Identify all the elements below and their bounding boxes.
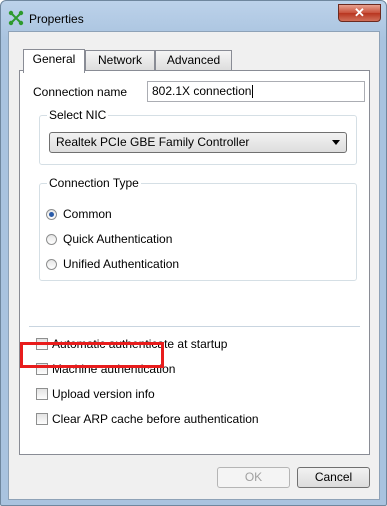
window-title: Properties — [29, 12, 84, 26]
radio-unified-authentication-label: Unified Authentication — [63, 257, 180, 271]
nic-dropdown[interactable]: Realtek PCIe GBE Family Controller — [49, 132, 347, 153]
tab-advanced[interactable]: Advanced — [155, 50, 232, 71]
connection-name-input[interactable]: 802.1X connection — [147, 81, 365, 102]
highlight-box — [20, 342, 164, 368]
connection-name-label: Connection name — [33, 85, 128, 99]
radio-quick-authentication[interactable] — [46, 234, 57, 245]
tab-general[interactable]: General — [23, 49, 85, 73]
checkbox-upload-version-info-label: Upload version info — [52, 387, 155, 401]
tab-general-label: General — [32, 52, 76, 66]
general-panel: Connection name 802.1X connection Select… — [19, 70, 370, 455]
radio-quick-authentication-label: Quick Authentication — [63, 232, 173, 246]
tab-advanced-label: Advanced — [166, 53, 221, 67]
radio-unified-authentication[interactable] — [46, 259, 57, 270]
separator — [29, 326, 360, 327]
checkbox-upload-version-info[interactable] — [36, 388, 48, 400]
cancel-button-label: Cancel — [314, 470, 353, 484]
connection-type-group: Connection Type Common Quick Authenticat… — [39, 176, 357, 281]
dialog-client-area: General Network Advanced Connection name… — [8, 31, 380, 500]
chevron-down-icon — [332, 140, 340, 145]
tab-network-label: Network — [97, 53, 142, 67]
radio-common[interactable] — [46, 209, 57, 220]
properties-window: Properties ✕ General Network Advanced Co… — [0, 0, 387, 506]
text-caret — [252, 85, 254, 99]
ok-button[interactable]: OK — [217, 467, 290, 488]
close-button[interactable]: ✕ — [338, 4, 381, 22]
tab-network[interactable]: Network — [85, 50, 155, 71]
checkbox-clear-arp-cache[interactable] — [36, 413, 48, 425]
connection-name-value: 802.1X connection — [152, 84, 252, 98]
nic-dropdown-value: Realtek PCIe GBE Family Controller — [56, 135, 250, 149]
select-nic-group: Select NIC Realtek PCIe GBE Family Contr… — [39, 108, 357, 165]
radio-common-label: Common — [63, 207, 112, 221]
select-nic-title: Select NIC — [47, 108, 109, 122]
ok-button-label: OK — [244, 470, 263, 484]
close-icon: ✕ — [354, 5, 365, 20]
connection-type-title: Connection Type — [47, 176, 141, 190]
checkbox-clear-arp-cache-label: Clear ARP cache before authentication — [52, 412, 259, 426]
cancel-button[interactable]: Cancel — [297, 467, 370, 488]
app-icon — [8, 10, 24, 26]
title-bar[interactable]: Properties ✕ — [1, 1, 386, 31]
